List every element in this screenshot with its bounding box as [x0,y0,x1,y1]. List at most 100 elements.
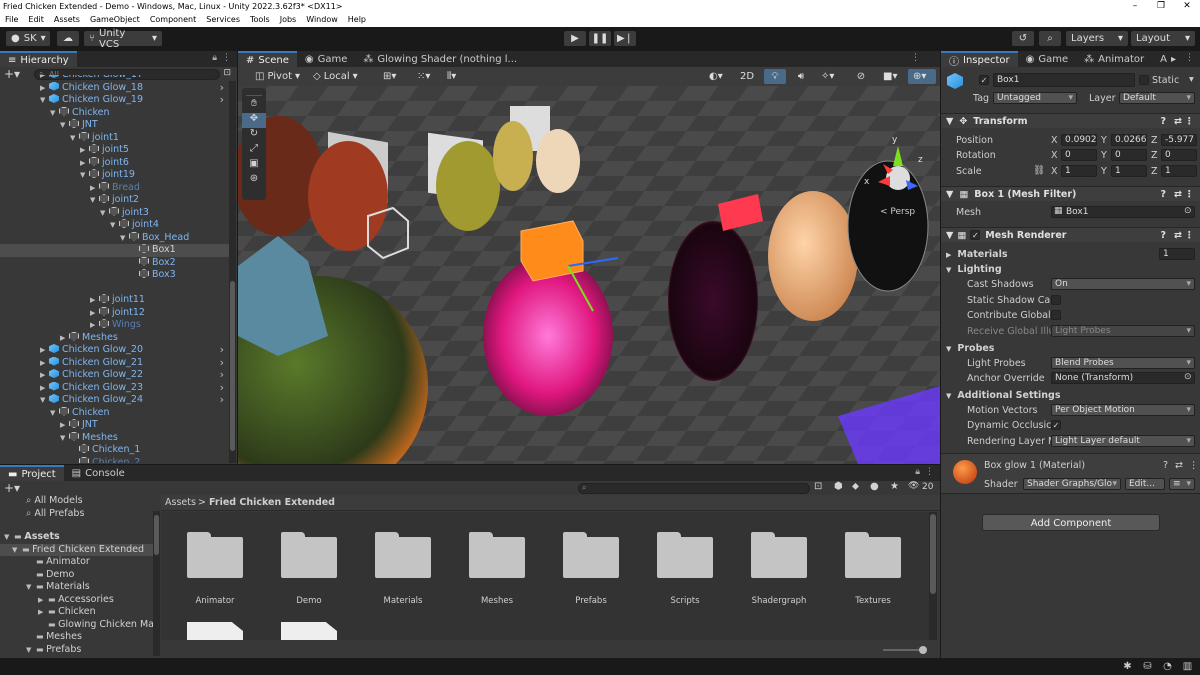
pivot-dropdown[interactable]: ◫ Pivot ▾ [250,69,302,84]
project-folder-item[interactable]: ▬ Animator [0,556,153,569]
menu-file[interactable]: File [0,13,23,27]
icon-size-slider-handle[interactable] [919,646,927,654]
tab-game[interactable]: ◉ Game [1018,51,1077,67]
foldout-arrow-icon[interactable]: ▶ [40,357,49,370]
foldout-arrow-icon[interactable]: ▼ [90,194,99,207]
rotation-x-field[interactable]: 0 [1061,149,1097,161]
menu-window[interactable]: Window [301,13,343,27]
hierarchy-item[interactable]: Box3 [0,269,230,282]
foldout-arrow-icon[interactable]: ▼ [100,207,109,220]
foldout-arrow-icon[interactable]: ▼ [50,407,59,420]
foldout-arrow-icon[interactable]: ▼ [60,119,69,132]
folder-label[interactable]: Materials [358,596,448,606]
lock-icon[interactable]: 🔒︎ [212,53,217,63]
pause-icon[interactable]: ❚❚ [589,31,611,46]
edit-shader-button[interactable]: Edit... [1125,478,1165,490]
increment-snap-icon[interactable]: ⁙▾ [412,69,438,84]
preset-icon[interactable]: ⇄ [1175,460,1183,471]
project-folder-item[interactable]: ▶ ▬ Chicken [0,606,153,619]
tab-inspector[interactable]: ⓘ Inspector [941,51,1018,68]
cast-shadows-dropdown[interactable]: On [1051,278,1195,290]
selected-chicken-model[interactable] [483,256,613,416]
tab-scene[interactable]: # Scene [238,51,297,67]
rotation-z-field[interactable]: 0 [1161,149,1197,161]
anchor-override-field[interactable]: None (Transform) [1051,372,1195,384]
foldout-arrow-icon[interactable]: ▼ [120,232,129,245]
search-by-label-icon[interactable]: ⬢ [834,481,843,492]
contribute-gi-checkbox[interactable] [1051,310,1061,320]
open-prefab-icon[interactable]: › [220,368,224,382]
foldout-arrow-icon[interactable]: ▶ [40,369,49,382]
add-component-button[interactable]: Add Component [982,514,1160,531]
asset-file-icon[interactable] [187,622,243,640]
more-options-icon[interactable]: ⋮ [222,53,231,63]
step-icon[interactable]: ▶❘ [614,31,636,46]
folder-icon[interactable] [751,532,807,578]
help-icon[interactable]: ? [1160,189,1166,200]
position-x-field[interactable]: 0.0902 [1061,134,1097,146]
progress-icon[interactable]: ◔ [1162,661,1173,672]
position-z-field[interactable]: -5.977 [1161,134,1197,146]
preset-icon[interactable]: ⇄ [1174,189,1182,200]
project-folder-item[interactable]: ▼ ▬ Prefabs [0,644,153,657]
audio-icon[interactable]: 🔊︎ [790,69,812,84]
asset-file-icon[interactable] [281,622,337,640]
folder-icon[interactable] [845,532,901,578]
hierarchy-item[interactable]: Box1 [0,244,230,257]
maximize-panel-icon[interactable]: ⋮ [911,53,920,63]
chicken-glow-model[interactable] [536,129,580,193]
search-by-type-icon[interactable]: ⊡ [814,481,822,492]
foldout-arrow-icon[interactable]: ▼ [12,544,22,557]
transform-tool-icon[interactable]: ⊛ [242,173,266,188]
layout-dropdown[interactable]: Layout ▾ [1131,31,1195,46]
more-options-icon[interactable]: ⋮ [1185,53,1194,63]
favorite-all-prefabs[interactable]: ⌕ All Prefabs [26,508,84,521]
motion-vectors-dropdown[interactable]: Per Object Motion [1051,404,1195,416]
additional-settings-foldout[interactable]: ▼ Additional Settings [941,388,1200,403]
foldout-arrow-icon[interactable]: ▶ [90,319,99,332]
project-folder-item[interactable]: ▬ Meshes [0,631,153,644]
tab-glowing-shader[interactable]: ⁂ Glowing Shader (nothing l... [355,51,525,67]
snap-settings-icon[interactable]: ⫴▾ [442,69,470,84]
search-icon[interactable]: ⌕ [1039,31,1061,46]
folder-label[interactable]: Meshes [452,596,542,606]
object-name-input[interactable]: Box1 [993,73,1135,87]
notification-icon[interactable]: ▥ [1182,661,1193,672]
cache-icon[interactable]: ⛁ [1142,661,1153,672]
hierarchy-item[interactable]: ▼ Chicken Glow_24 › [0,393,230,407]
gizmos-icon[interactable]: ⊕▾ [908,69,936,84]
folder-label[interactable]: Prefabs [546,596,636,606]
scale-y-field[interactable]: 1 [1111,165,1147,177]
foldout-arrow-icon[interactable]: ▶ [90,182,99,195]
project-folder-item[interactable]: ▬ Glowing Chicken Ma [0,619,154,632]
project-folder-item[interactable]: ▶ ▬ Accessories [0,594,153,607]
icon-size-slider[interactable] [883,649,923,651]
project-folder-item[interactable]: ▼ ▬ Fried Chicken Extended [0,543,153,557]
hierarchy-item[interactable]: ▼ Chicken [0,406,230,420]
hand-tool-icon[interactable]: ✋︎ [242,98,266,113]
create-asset-icon[interactable]: +▾ [4,481,20,495]
chicken-glow-model[interactable] [668,221,758,381]
foldout-arrow-icon[interactable]: ▼ [110,219,119,232]
scale-x-field[interactable]: 1 [1061,165,1097,177]
rendering-layer-dropdown[interactable]: Light Layer default [1051,435,1195,447]
project-search-input[interactable]: ⌕ [578,483,810,494]
tab-game[interactable]: ◉ Game [297,51,356,67]
breadcrumb-assets[interactable]: Assets [165,497,196,508]
menu-help[interactable]: Help [343,13,371,27]
hierarchy-item[interactable]: ▶ Chicken Glow_21 › [0,356,230,370]
asset-grid-scrollbar[interactable] [929,512,937,640]
fried-chicken-model[interactable] [308,141,388,251]
foldout-arrow-icon[interactable]: ▶ [40,344,49,357]
hierarchy-item[interactable]: ▶ joint12 [0,306,230,320]
mode-2d-button[interactable]: 2D [736,69,758,84]
hierarchy-item[interactable]: ▼ Box_Head [0,231,230,245]
hidden-packages-icon[interactable]: 👁︎ [908,481,919,491]
more-options-icon[interactable]: ⋮ [925,467,934,477]
menu-services[interactable]: Services [201,13,245,27]
folder-icon[interactable] [657,532,713,578]
hierarchy-item[interactable]: ▶ Meshes [0,331,230,345]
hierarchy-item[interactable]: ▼ Chicken [0,106,230,120]
folder-label[interactable]: Shadergraph [734,596,824,606]
foldout-arrow-icon[interactable]: ▼ [40,394,49,407]
